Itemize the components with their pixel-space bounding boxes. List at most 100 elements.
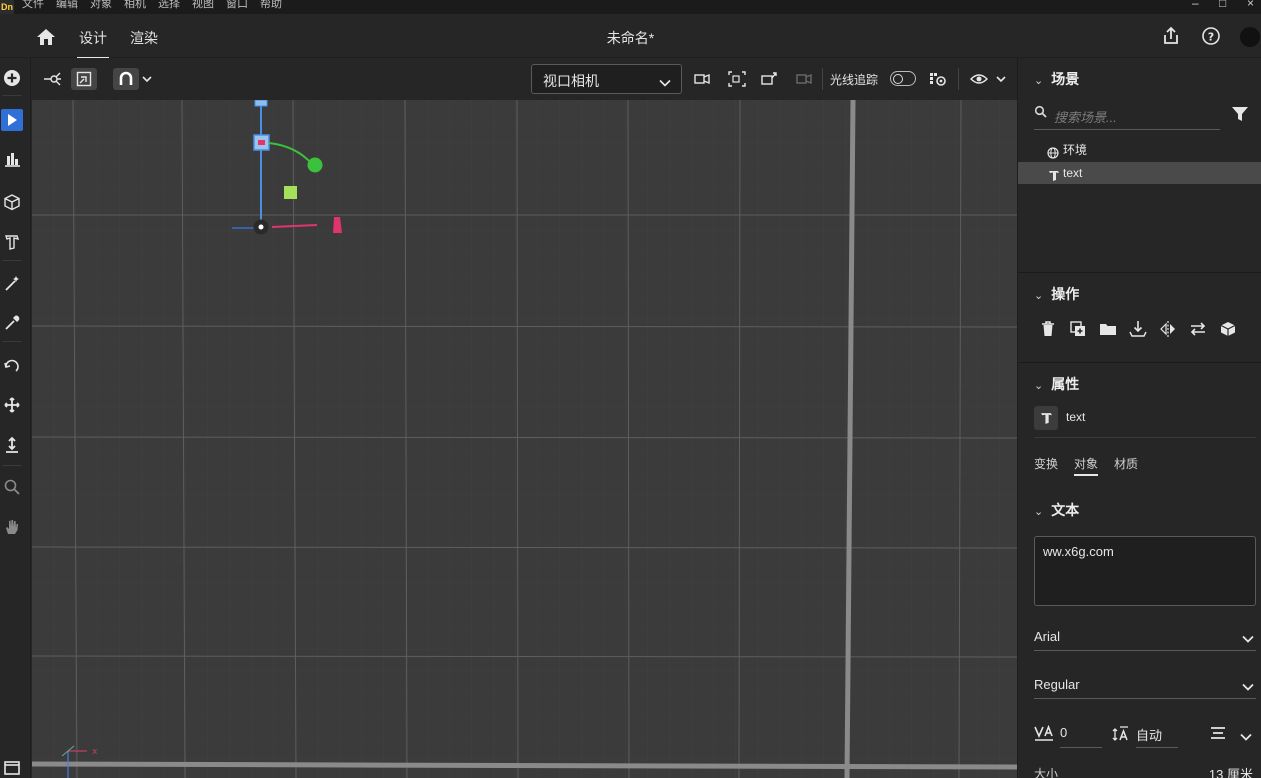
close-window-button[interactable]: × bbox=[1247, 0, 1254, 10]
viewport-canvas[interactable]: x bbox=[32, 100, 1017, 778]
maximize-button[interactable]: □ bbox=[1219, 0, 1226, 10]
scene-search-input[interactable]: 搜索场景... bbox=[1034, 100, 1220, 130]
tree-item-environment[interactable]: 环境 bbox=[1018, 139, 1261, 161]
camera-select[interactable]: 视口相机 bbox=[531, 64, 682, 94]
panel-bottom-icon[interactable] bbox=[1, 756, 23, 778]
eyedropper-icon[interactable] bbox=[1, 312, 23, 334]
scene-graph-icon[interactable] bbox=[40, 68, 64, 90]
scene-section-header[interactable]: ⌄ 场景 bbox=[1034, 69, 1079, 89]
document-title: 未命名* bbox=[606, 30, 655, 46]
chevron-down-icon: ⌄ bbox=[1034, 75, 1044, 87]
raytrace-toggle[interactable] bbox=[890, 71, 916, 86]
zoom-icon[interactable] bbox=[1, 476, 23, 498]
3d-viewport[interactable]: x bbox=[32, 100, 1017, 778]
actions-section-header[interactable]: ⌄ 操作 bbox=[1034, 284, 1079, 304]
menu-camera[interactable]: 相机 bbox=[124, 0, 146, 10]
actions-title: 操作 bbox=[1051, 286, 1080, 302]
mirror-icon[interactable] bbox=[1159, 320, 1177, 338]
tab-material[interactable]: 材质 bbox=[1114, 455, 1138, 472]
tracking-value: 0 bbox=[1060, 725, 1068, 740]
chevron-down-icon[interactable] bbox=[1240, 729, 1252, 744]
camera-add-icon[interactable] bbox=[692, 68, 714, 90]
filter-icon[interactable] bbox=[1231, 105, 1249, 126]
properties-section-header[interactable]: ⌄ 属性 bbox=[1034, 374, 1079, 394]
minimize-button[interactable]: – bbox=[1192, 0, 1199, 10]
tab-transform[interactable]: 变换 bbox=[1034, 455, 1058, 472]
app-logo: Dn bbox=[0, 0, 14, 14]
viewport-toolbar: 视口相机 光线追踪 bbox=[32, 58, 1017, 100]
font-family-value: Arial bbox=[1034, 629, 1061, 644]
x-axis-line bbox=[32, 761, 1017, 770]
size-value[interactable]: 13 厘米 bbox=[1209, 764, 1253, 778]
magnet-snap-icon[interactable] bbox=[113, 68, 139, 90]
delete-icon[interactable] bbox=[1039, 320, 1057, 338]
text-content-field[interactable]: ww.x6g.com bbox=[1034, 536, 1256, 606]
menu-edit[interactable]: 编辑 bbox=[56, 0, 78, 10]
svg-text:?: ? bbox=[1208, 31, 1214, 44]
object-name: text bbox=[1066, 410, 1086, 424]
raytrace-label: 光线追踪 bbox=[830, 72, 879, 87]
tracking-icon bbox=[1034, 724, 1054, 746]
stats-icon[interactable] bbox=[1, 148, 23, 170]
font-style-select[interactable]: Regular bbox=[1034, 669, 1256, 699]
menu-object[interactable]: 对象 bbox=[90, 0, 112, 10]
tab-object[interactable]: 对象 bbox=[1074, 455, 1099, 476]
camera-frame-icon[interactable] bbox=[726, 68, 748, 90]
menu-view[interactable]: 视图 bbox=[192, 0, 214, 10]
search-icon bbox=[1034, 105, 1048, 122]
text-3d-icon bbox=[1034, 406, 1058, 430]
drop-to-ground-icon[interactable] bbox=[1129, 320, 1147, 338]
camera-select-value: 视口相机 bbox=[543, 73, 599, 89]
magic-wand-icon[interactable] bbox=[1, 272, 23, 294]
eye-icon[interactable] bbox=[969, 68, 989, 90]
convert-model-icon[interactable] bbox=[1219, 320, 1237, 338]
text-3d-icon bbox=[1048, 167, 1060, 189]
select-tool-icon[interactable] bbox=[1, 109, 23, 131]
right-panel: ⌄ 场景 搜索场景... 环境 text ⌄ 操作 ⌄ 属性 text 变换 对… bbox=[1017, 58, 1261, 778]
properties-title: 属性 bbox=[1051, 376, 1080, 392]
left-toolbar bbox=[0, 58, 31, 778]
chevron-down-icon: ⌄ bbox=[1034, 380, 1044, 392]
tracking-input[interactable]: 0 bbox=[1060, 718, 1102, 748]
text-section-title: 文本 bbox=[1051, 502, 1080, 518]
drop-to-floor-icon[interactable] bbox=[1, 434, 23, 456]
leading-input[interactable]: 自动 bbox=[1136, 718, 1178, 748]
cube-icon[interactable] bbox=[1, 191, 23, 213]
move-icon[interactable] bbox=[1, 394, 23, 416]
add-icon[interactable] bbox=[1, 67, 23, 89]
font-family-select[interactable]: Arial bbox=[1034, 621, 1256, 651]
font-style-value: Regular bbox=[1034, 677, 1080, 692]
chevron-down-icon: ⌄ bbox=[1034, 506, 1044, 518]
text-section-header[interactable]: ⌄ 文本 bbox=[1034, 500, 1079, 520]
menu-help[interactable]: 帮助 bbox=[260, 0, 282, 10]
render-settings-icon[interactable] bbox=[927, 68, 949, 90]
group-folder-icon[interactable] bbox=[1099, 320, 1117, 338]
menu-select[interactable]: 选择 bbox=[158, 0, 180, 10]
help-icon[interactable]: ? bbox=[1201, 26, 1221, 46]
swap-icon[interactable] bbox=[1189, 320, 1207, 338]
text-3d-icon[interactable] bbox=[1, 231, 23, 253]
chevron-down-icon[interactable] bbox=[994, 68, 1008, 90]
tree-item-label: 环境 bbox=[1063, 143, 1088, 157]
leading-icon bbox=[1112, 725, 1130, 746]
search-placeholder: 搜索场景... bbox=[1054, 110, 1117, 125]
chevron-down-icon: ⌄ bbox=[1034, 290, 1044, 302]
snapshot-icon[interactable] bbox=[71, 68, 97, 90]
avatar[interactable] bbox=[1240, 27, 1260, 47]
tree-item-text[interactable]: text bbox=[1018, 162, 1261, 184]
camera-export-icon[interactable] bbox=[759, 68, 781, 90]
leading-value: 自动 bbox=[1136, 728, 1163, 743]
menu-window[interactable]: 窗口 bbox=[226, 0, 248, 10]
align-center-icon[interactable] bbox=[1209, 725, 1227, 744]
size-label: 大小 bbox=[1034, 767, 1059, 778]
chevron-down-icon bbox=[1242, 631, 1254, 646]
share-icon[interactable] bbox=[1161, 26, 1181, 46]
menu-file[interactable]: 文件 bbox=[22, 0, 44, 10]
camera-disabled-icon bbox=[793, 68, 815, 90]
duplicate-icon[interactable] bbox=[1069, 320, 1087, 338]
chevron-down-icon[interactable] bbox=[140, 68, 154, 90]
tree-item-label: text bbox=[1063, 166, 1083, 180]
pan-hand-icon[interactable] bbox=[1, 516, 23, 538]
rotate-icon[interactable] bbox=[1, 355, 23, 377]
menu-bar: Dn 文件 编辑 对象 相机 选择 视图 窗口 帮助 – □ × bbox=[0, 0, 1261, 14]
